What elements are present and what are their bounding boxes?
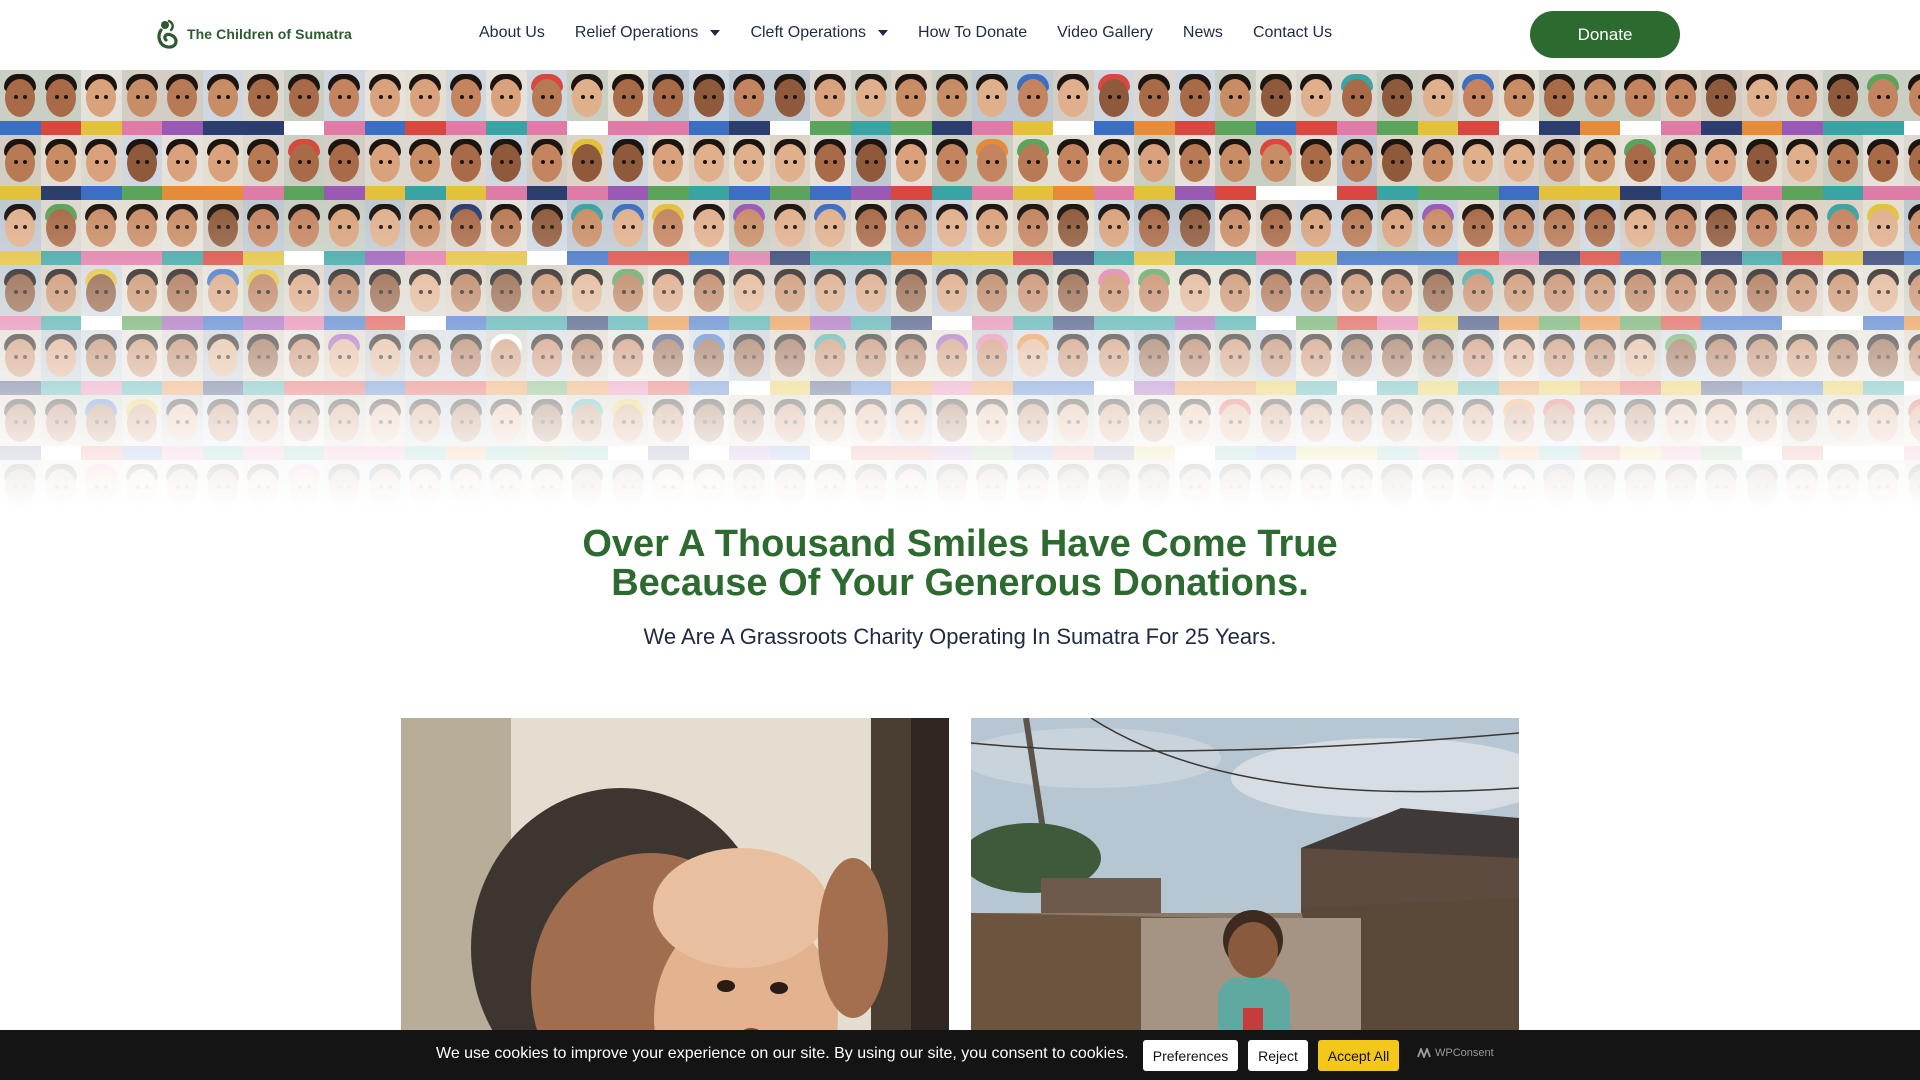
cookie-accept-all-button[interactable]: Accept All — [1318, 1040, 1399, 1071]
wpconsent-brand[interactable]: WPConsent — [1417, 1047, 1494, 1059]
nav-relief-operations[interactable]: Relief Operations — [575, 24, 721, 42]
nav-cleft-operations[interactable]: Cleft Operations — [750, 24, 889, 42]
headline-line-1: Over A Thousand Smiles Have Come True — [582, 523, 1338, 565]
headline-line-2: Because Of Your Generous Donations. — [611, 562, 1309, 604]
nav-contact-us[interactable]: Contact Us — [1253, 24, 1332, 42]
cookie-preferences-button[interactable]: Preferences — [1143, 1040, 1238, 1071]
nav-label: News — [1182, 24, 1223, 41]
cookie-message: We use cookies to improve your experienc… — [436, 1045, 1129, 1062]
nav-label: Video Gallery — [1057, 24, 1153, 41]
cos-logo-icon — [157, 19, 178, 49]
site-logo[interactable]: The Children of Sumatra — [155, 18, 352, 50]
logo-text: The Children of Sumatra — [187, 26, 352, 42]
grandmother-and-child-image — [401, 718, 949, 1080]
child-after-flood-image — [971, 718, 1519, 1080]
hero-subline: We Are A Grassroots Charity Operating In… — [643, 624, 1277, 649]
mosaic-fade-overlay — [0, 70, 1920, 510]
main-nav: About Us Relief Operations Cleft Operati… — [479, 24, 1362, 42]
nav-label: About Us — [479, 24, 545, 41]
nav-label: How To Donate — [918, 24, 1028, 41]
site-header: The Children of Sumatra About Us Relief … — [0, 0, 1920, 70]
cookie-consent-banner: We use cookies to improve your experienc… — [0, 1030, 1920, 1080]
nav-news[interactable]: News — [1183, 24, 1223, 42]
caret-down-icon[interactable] — [878, 30, 889, 36]
relief-operations-photo[interactable] — [971, 718, 1519, 1080]
wpconsent-logo-icon — [1417, 1048, 1431, 1058]
hero-headline: Over A Thousand Smiles Have Come True Be… — [0, 525, 1920, 603]
nav-label: Relief Operations — [574, 24, 699, 41]
caret-down-icon[interactable] — [710, 30, 721, 36]
donate-button[interactable]: Donate — [1530, 11, 1680, 58]
nav-video-gallery[interactable]: Video Gallery — [1057, 24, 1153, 42]
nav-label: Cleft Operations — [750, 24, 867, 41]
children-photo-mosaic — [0, 70, 1920, 510]
nav-how-to-donate[interactable]: How To Donate — [918, 24, 1027, 42]
cleft-operations-photo[interactable] — [401, 718, 949, 1080]
nav-label: Contact Us — [1252, 24, 1333, 41]
nav-about-us[interactable]: About Us — [479, 24, 545, 42]
cookie-reject-button[interactable]: Reject — [1248, 1040, 1308, 1071]
wpconsent-label: WPConsent — [1435, 1047, 1494, 1059]
